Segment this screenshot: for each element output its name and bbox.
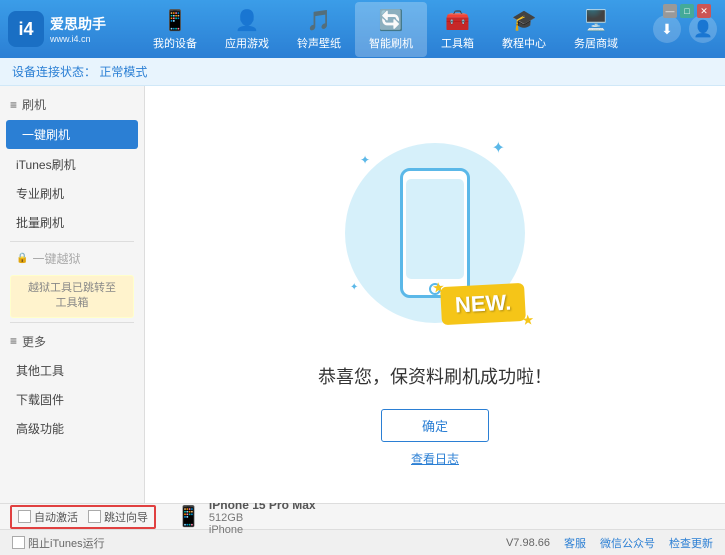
smart-flash-icon: 🔄 — [379, 8, 404, 33]
auto-activate-checkbox[interactable]: 自动激活 — [18, 509, 78, 525]
sidebar-item-itunes-flash[interactable]: iTunes刷机 — [0, 150, 144, 179]
activation-options: 自动激活 跳过向导 — [10, 505, 156, 529]
phone-screen — [406, 179, 464, 279]
log-link[interactable]: 查看日志 — [411, 450, 459, 467]
sparkle3-icon: ✦ — [350, 282, 358, 293]
top-right-area: ⬇ 👤 — [653, 15, 717, 43]
sidebar-divider-1 — [10, 241, 134, 242]
service-icon: 🖥️ — [584, 8, 609, 33]
new-badge: NEW. — [440, 282, 526, 324]
sparkle1-icon: ✦ — [492, 138, 505, 158]
nav-my-device[interactable]: 📱 我的设备 — [139, 2, 211, 57]
tutorial-icon: 🎓 — [512, 8, 537, 33]
customer-service-link[interactable]: 客服 — [564, 535, 586, 551]
nav-ringtone[interactable]: 🎵 铃声壁纸 — [283, 2, 355, 57]
guide-activate-checkbox-box[interactable] — [88, 510, 101, 523]
confirm-button[interactable]: 确定 — [381, 409, 489, 442]
nav-tutorial[interactable]: 🎓 教程中心 — [488, 2, 560, 57]
status-bar: 阻止iTunes运行 V7.98.66 客服 微信公众号 检查更新 — [0, 529, 725, 555]
content-area: ✦ ✦ ✦ NEW. 恭喜您，保资料刷机成功啦！ 确定 查看日志 — [145, 86, 725, 503]
sidebar-disabled-jailbreak: 🔒 一键越狱 — [0, 246, 144, 271]
download-button[interactable]: ⬇ — [653, 15, 681, 43]
device-storage: 512GB — [209, 512, 316, 524]
sidebar-divider-2 — [10, 322, 134, 323]
logo-area: i4 爱思助手 www.i4.cn — [8, 11, 118, 47]
itunes-block-checkbox-box[interactable] — [12, 536, 25, 549]
itunes-block-checkbox[interactable]: 阻止iTunes运行 — [12, 535, 105, 551]
breadcrumb: 设备连接状态： 正常模式 — [0, 58, 725, 86]
wechat-link[interactable]: 微信公众号 — [600, 535, 655, 551]
status-left: 阻止iTunes运行 — [12, 535, 105, 551]
flash-section-icon: ≡ — [10, 98, 17, 112]
phone-body — [400, 168, 470, 298]
bottom-device-bar: 自动激活 跳过向导 📱 iPhone 15 Pro Max 512GB iPho… — [0, 503, 725, 529]
window-controls: — □ ✕ — [663, 4, 711, 18]
sidebar-item-one-key-flash[interactable]: 一键刷机 — [6, 120, 138, 149]
check-update-link[interactable]: 检查更新 — [669, 535, 713, 551]
device-phone-icon: 📱 — [176, 504, 201, 529]
lock-icon: 🔒 — [16, 253, 28, 264]
sidebar-item-batch-flash[interactable]: 批量刷机 — [0, 208, 144, 237]
device-icon: 📱 — [163, 8, 188, 33]
ringtone-icon: 🎵 — [307, 8, 332, 33]
status-right: V7.98.66 客服 微信公众号 检查更新 — [506, 535, 713, 551]
sidebar-notice: 越狱工具已跳转至工具箱 — [10, 275, 134, 318]
sidebar-item-advanced[interactable]: 高级功能 — [0, 414, 144, 443]
main-layout: ≡ 刷机 一键刷机 iTunes刷机 专业刷机 批量刷机 🔒 一键越狱 越狱工具… — [0, 86, 725, 503]
more-section-title: ≡ 更多 — [0, 327, 144, 356]
nav-apps-games[interactable]: 👤 应用游戏 — [211, 2, 283, 57]
sidebar: ≡ 刷机 一键刷机 iTunes刷机 专业刷机 批量刷机 🔒 一键越狱 越狱工具… — [0, 86, 145, 503]
close-button[interactable]: ✕ — [697, 4, 711, 18]
nav-smart-flash[interactable]: 🔄 智能刷机 — [355, 2, 427, 57]
auto-activate-checkbox-box[interactable] — [18, 510, 31, 523]
sparkle2-icon: ✦ — [360, 153, 370, 167]
nav-service[interactable]: 🖥️ 务居商域 — [560, 2, 632, 57]
top-bar: — □ ✕ i4 爱思助手 www.i4.cn 📱 我的设备 👤 应用游戏 🎵 … — [0, 0, 725, 58]
phone-illustration: ✦ ✦ ✦ NEW. — [335, 123, 535, 343]
more-section-icon: ≡ — [10, 334, 17, 348]
minimize-button[interactable]: — — [663, 4, 677, 18]
maximize-button[interactable]: □ — [680, 4, 694, 18]
logo-icon: i4 — [8, 11, 44, 47]
sidebar-item-download-firmware[interactable]: 下载固件 — [0, 385, 144, 414]
toolbox-icon: 🧰 — [445, 8, 470, 33]
device-info: iPhone 15 Pro Max 512GB iPhone — [209, 498, 316, 536]
sidebar-item-pro-flash[interactable]: 专业刷机 — [0, 179, 144, 208]
nav-toolbox[interactable]: 🧰 工具箱 — [427, 2, 488, 57]
apps-icon: 👤 — [235, 8, 260, 33]
logo-text: 爱思助手 www.i4.cn — [50, 14, 106, 44]
sidebar-item-other-tools[interactable]: 其他工具 — [0, 356, 144, 385]
device-type: iPhone — [209, 524, 316, 536]
guide-activate-checkbox[interactable]: 跳过向导 — [88, 509, 148, 525]
version-label: V7.98.66 — [506, 537, 550, 549]
user-button[interactable]: 👤 — [689, 15, 717, 43]
flash-section-title: ≡ 刷机 — [0, 90, 144, 119]
nav-items: 📱 我的设备 👤 应用游戏 🎵 铃声壁纸 🔄 智能刷机 🧰 工具箱 🎓 教程中心… — [118, 2, 653, 57]
success-text: 恭喜您，保资料刷机成功啦！ — [318, 363, 552, 389]
